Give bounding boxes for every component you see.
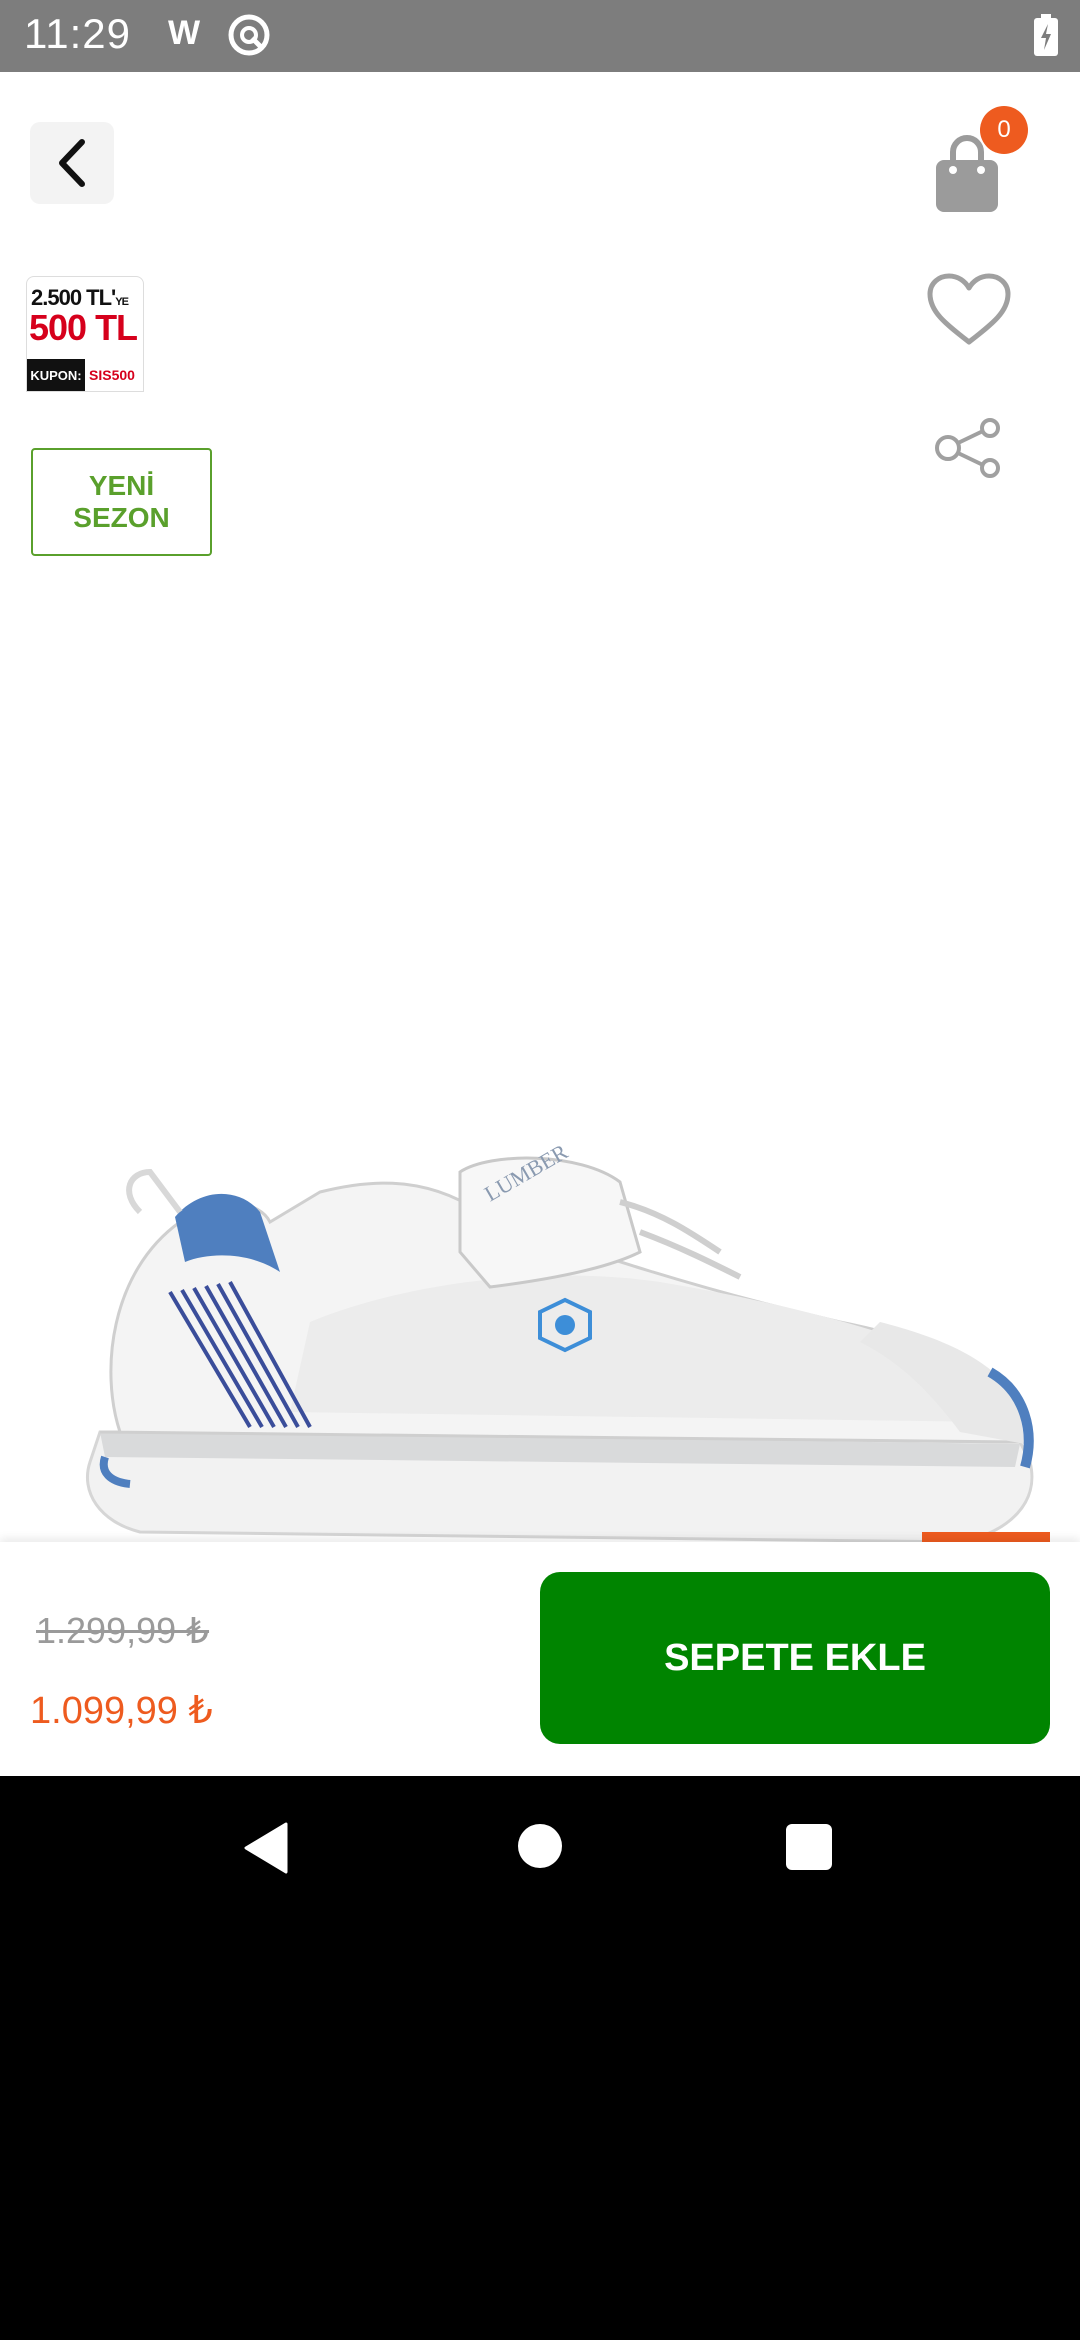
add-to-cart-button[interactable]: SEPETE EKLE xyxy=(540,1572,1050,1744)
coupon-label: KUPON: xyxy=(27,359,85,391)
purchase-bar: 1.299,99 ₺ 1.099,99 ₺ SEPETE EKLE xyxy=(0,1542,1080,1776)
coupon-banner[interactable]: 2.500 TL'YE 500 TL KUPON: SIS500 xyxy=(26,276,144,392)
q-icon xyxy=(226,12,272,63)
system-nav-bar xyxy=(0,1776,1080,1916)
w-icon: W xyxy=(168,14,201,52)
current-price: 1.099,99 ₺ xyxy=(30,1690,213,1732)
heart-icon xyxy=(927,273,1011,345)
new-season-badge: YENİ SEZON xyxy=(31,448,212,556)
coupon-code: SIS500 xyxy=(89,367,135,383)
status-bar: 11:29 W xyxy=(0,0,1080,72)
cart-count-badge: 0 xyxy=(980,106,1028,154)
battery-icon xyxy=(1034,14,1058,61)
back-icon xyxy=(59,139,85,187)
share-button[interactable] xyxy=(934,416,1004,485)
favorite-button[interactable] xyxy=(926,272,1012,353)
coupon-amount: 500 TL xyxy=(29,307,138,348)
status-time: 11:29 xyxy=(24,10,131,57)
nav-home-icon[interactable] xyxy=(518,1824,562,1868)
product-page: 0 2.500 TL'YE 500 TL KUPON: SIS500 YENİ S… xyxy=(0,72,1080,1776)
share-icon xyxy=(935,418,1000,478)
old-price: 1.299,99 ₺ xyxy=(36,1610,210,1651)
nav-recent-icon[interactable] xyxy=(786,1824,832,1870)
nav-back-icon[interactable] xyxy=(242,1822,290,1879)
back-button[interactable] xyxy=(30,122,114,204)
